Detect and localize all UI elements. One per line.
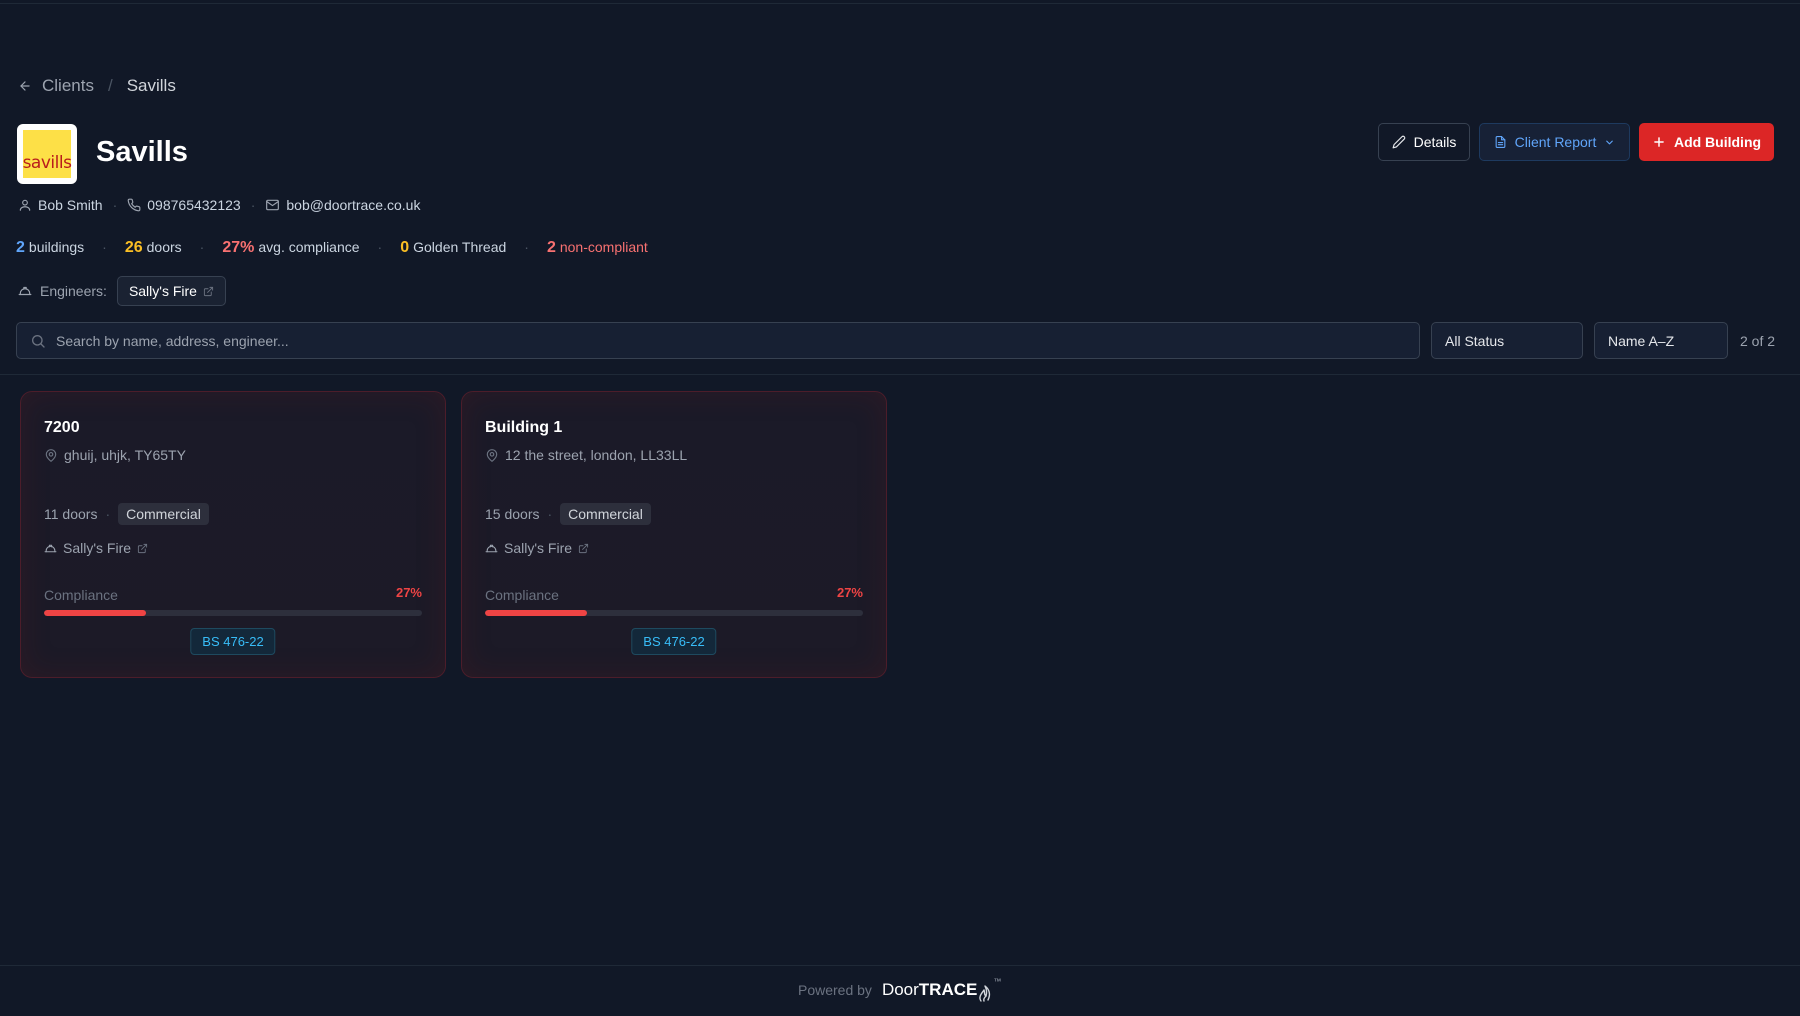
compliance-label: Compliance <box>44 587 118 603</box>
building-engineer-link[interactable]: Sally's Fire <box>504 540 572 556</box>
add-building-label: Add Building <box>1673 134 1762 150</box>
engineers-label: Engineers: <box>40 283 107 299</box>
trademark: ™ <box>993 977 1002 986</box>
stat-compliance-value: 27% <box>222 239 255 256</box>
building-doors: 15 doors <box>485 506 540 522</box>
map-pin-icon <box>485 448 499 463</box>
contact-name: Bob Smith <box>38 197 103 213</box>
status-filter-select[interactable]: All Status <box>1431 322 1583 359</box>
footer: Powered by Door TRACE ™ <box>798 977 1001 1003</box>
stat-noncompliant-label: non-compliant <box>559 239 648 255</box>
map-pin-icon <box>44 448 58 463</box>
engineer-chip-label: Sally's Fire <box>128 283 197 299</box>
external-link-icon <box>137 543 148 554</box>
building-doors: 11 doors <box>44 506 98 522</box>
plus-icon <box>1652 135 1666 149</box>
compliance-bar-fill <box>485 610 588 616</box>
footer-divider <box>0 965 1800 966</box>
sort-value: Name A–Z <box>1608 332 1675 349</box>
client-stats: 2 buildings · 26 doors · 27% avg. compli… <box>16 239 648 256</box>
breadcrumb-clients-link[interactable]: Clients <box>42 76 94 96</box>
hard-hat-icon <box>485 542 498 555</box>
details-button-label: Details <box>1413 134 1457 150</box>
contact-phone[interactable]: 098765432123 <box>147 197 240 213</box>
phone-icon <box>127 198 141 212</box>
breadcrumb: Clients / Savills <box>18 76 176 96</box>
breadcrumb-current: Savills <box>126 76 176 95</box>
status-filter-value: All Status <box>1445 332 1505 349</box>
compliance-bar-fill <box>44 610 147 616</box>
brand-trace: TRACE <box>918 980 978 999</box>
details-button[interactable]: Details <box>1378 123 1470 161</box>
building-card[interactable]: Building 1 12 the street, london, LL33LL… <box>461 391 887 678</box>
breadcrumb-separator: / <box>107 76 113 95</box>
pencil-icon <box>1392 135 1406 149</box>
building-type-tag: Commercial <box>118 503 209 525</box>
stat-doors-count: 26 <box>124 239 143 256</box>
compliance-bar <box>485 610 863 616</box>
building-address: ghuij, uhjk, TY65TY <box>64 447 186 463</box>
building-address: 12 the street, london, LL33LL <box>505 447 688 463</box>
client-report-button[interactable]: Client Report <box>1479 123 1630 161</box>
building-card[interactable]: 7200 ghuij, uhjk, TY65TY 11 doors · Comm… <box>20 391 446 678</box>
hard-hat-icon <box>44 542 57 555</box>
engineer-chip[interactable]: Sally's Fire <box>116 276 226 306</box>
stat-noncompliant-count: 2 <box>546 239 556 256</box>
sort-select[interactable]: Name A–Z <box>1594 322 1728 359</box>
powered-by-text: Powered by <box>798 982 872 998</box>
compliance-percent: 27% <box>836 585 863 600</box>
stat-buildings-label: buildings <box>28 239 85 255</box>
external-link-icon <box>203 286 214 297</box>
user-icon <box>18 198 32 212</box>
back-arrow-icon[interactable] <box>18 79 32 93</box>
section-divider <box>0 374 1800 375</box>
stat-golden-count: 0 <box>400 239 410 256</box>
stat-buildings-count: 2 <box>16 239 25 256</box>
client-report-label: Client Report <box>1514 134 1597 150</box>
page-title: Savills <box>96 136 188 168</box>
stat-golden-label: Golden Thread <box>413 239 507 255</box>
contact-email[interactable]: bob@doortrace.co.uk <box>286 197 420 213</box>
brand-door: Door <box>881 980 919 999</box>
compliance-percent: 27% <box>395 585 422 600</box>
stat-compliance-label: avg. compliance <box>258 239 360 255</box>
mail-icon <box>265 198 280 212</box>
results-count: 2 of 2 <box>1740 333 1776 349</box>
hard-hat-icon <box>18 284 32 298</box>
building-engineer-link[interactable]: Sally's Fire <box>63 540 131 556</box>
building-type-tag: Commercial <box>560 503 651 525</box>
engineers-row: Engineers: Sally's Fire <box>18 276 226 306</box>
building-name: 7200 <box>44 419 80 436</box>
top-border <box>0 3 1800 4</box>
search-box <box>16 322 1420 359</box>
flame-icon <box>977 977 993 1003</box>
compliance-label: Compliance <box>485 587 559 603</box>
compliance-bar <box>44 610 422 616</box>
client-logo: savills <box>17 124 77 184</box>
standard-badge: BS 476-22 <box>190 628 276 655</box>
standard-badge: BS 476-22 <box>631 628 717 655</box>
doortrace-logo[interactable]: Door TRACE ™ <box>882 977 1001 1003</box>
chevron-down-icon <box>1604 137 1615 148</box>
file-text-icon <box>1494 135 1507 149</box>
stat-doors-label: doors <box>146 239 182 255</box>
add-building-button[interactable]: Add Building <box>1639 123 1774 161</box>
building-name: Building 1 <box>485 419 563 436</box>
external-link-icon <box>578 543 589 554</box>
search-input[interactable] <box>56 332 1356 349</box>
search-icon <box>30 333 46 349</box>
client-contact-info: Bob Smith · 098765432123 · bob@doortrace… <box>18 197 420 213</box>
client-logo-text: savills <box>22 153 72 173</box>
